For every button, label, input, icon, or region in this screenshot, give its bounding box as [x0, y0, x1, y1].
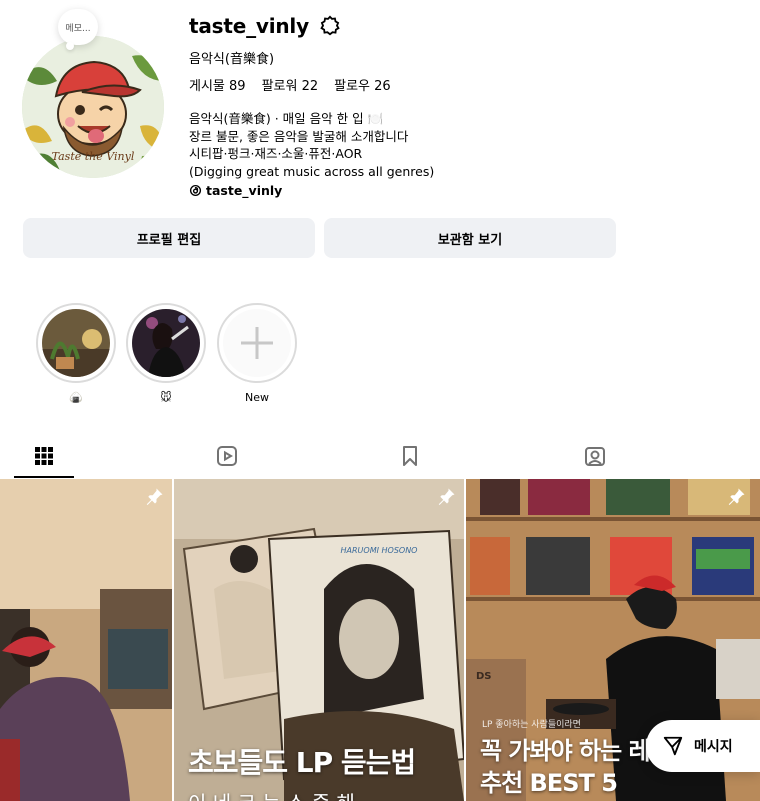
highlight-cover-plant	[42, 309, 110, 377]
post-3-title-line-1: 꼭 가봐야 하는 레	[480, 737, 651, 765]
post-2-title: 초보들도 LP 듣는법	[188, 746, 416, 779]
highlight-label-2: 🐭	[160, 391, 172, 404]
album-title: HARUOMI HOSONO	[341, 546, 418, 555]
highlight-cover-singer	[132, 309, 200, 377]
highlight-label-1: 🍙	[69, 391, 83, 404]
plus-icon	[241, 327, 273, 359]
full-name: 음악식(音樂食)	[189, 52, 275, 67]
rack-label: DS	[476, 671, 492, 682]
saved-bookmark-icon[interactable]	[398, 444, 422, 468]
memo-label: 메모...	[65, 23, 91, 34]
bio-line-4: (Digging great music across all genres)	[189, 163, 435, 179]
message-button[interactable]: 메시지	[646, 720, 760, 772]
threads-icon	[189, 185, 202, 197]
posts-count[interactable]: 게시물 89	[189, 75, 246, 94]
followers-count[interactable]: 팔로워 22	[262, 75, 319, 94]
bio-line-2: 장르 불문, 좋은 음악을 발굴해 소개합니다	[189, 128, 409, 144]
username: taste_vinly	[189, 14, 309, 38]
logo-text: Taste the Vinyl	[52, 150, 135, 163]
profile-stats: 게시물 89 팔로워 22 팔로우 26	[189, 75, 391, 94]
post-3-title-line-2: 추천 BEST 5	[480, 769, 618, 797]
highlight-label-new: New	[245, 391, 269, 404]
profile-tabs	[0, 436, 760, 478]
edit-profile-button[interactable]: 프로필 편집	[23, 218, 315, 258]
story-highlight-1[interactable]: 🍙	[36, 303, 116, 405]
bio-line-3: 시티팝·펑크·재즈·소울·퓨전·AOR	[189, 146, 363, 161]
post-1-image	[0, 479, 172, 801]
post-tile-2[interactable]: HARUOMI HOSONO 초보들도 LP 듣는법 이 네 크 는 소 중 해	[174, 479, 464, 801]
post-2-subtitle: 이 네 크 는 소 중 해	[188, 787, 355, 801]
settings-gear-icon[interactable]	[319, 15, 341, 37]
memo-bubble[interactable]: 메모...	[58, 9, 98, 50]
send-message-icon	[663, 736, 683, 756]
grid-icon[interactable]	[32, 444, 56, 468]
following-count[interactable]: 팔로우 26	[334, 75, 391, 94]
profile-bio: 음악식(音樂食) · 매일 음악 한 입 🍽️ 장르 불문, 좋은 음악을 발굴…	[189, 110, 434, 200]
avatar-illustration: Taste the Vinyl	[22, 36, 164, 178]
message-button-label: 메시지	[694, 739, 733, 755]
view-archive-button[interactable]: 보관함 보기	[324, 218, 616, 258]
reels-icon[interactable]	[215, 444, 239, 468]
pinned-icon	[438, 488, 455, 505]
pinned-icon	[728, 488, 745, 505]
profile-avatar[interactable]: Taste the Vinyl	[22, 36, 164, 178]
new-highlight-button[interactable]: New	[217, 303, 297, 405]
active-tab-indicator	[14, 476, 74, 478]
tagged-icon[interactable]	[583, 444, 607, 468]
bio-line-1: 음악식(音樂食) · 매일 음악 한 입 🍽️	[189, 111, 384, 126]
story-highlight-2[interactable]: 🐭	[126, 303, 206, 405]
pinned-icon	[146, 488, 163, 505]
threads-handle: taste_vinly	[206, 183, 283, 198]
threads-link[interactable]: taste_vinly	[189, 182, 434, 200]
post-tile-1[interactable]	[0, 479, 172, 801]
post-3-caption: LP 좋아하는 사람들이라면	[482, 720, 581, 730]
